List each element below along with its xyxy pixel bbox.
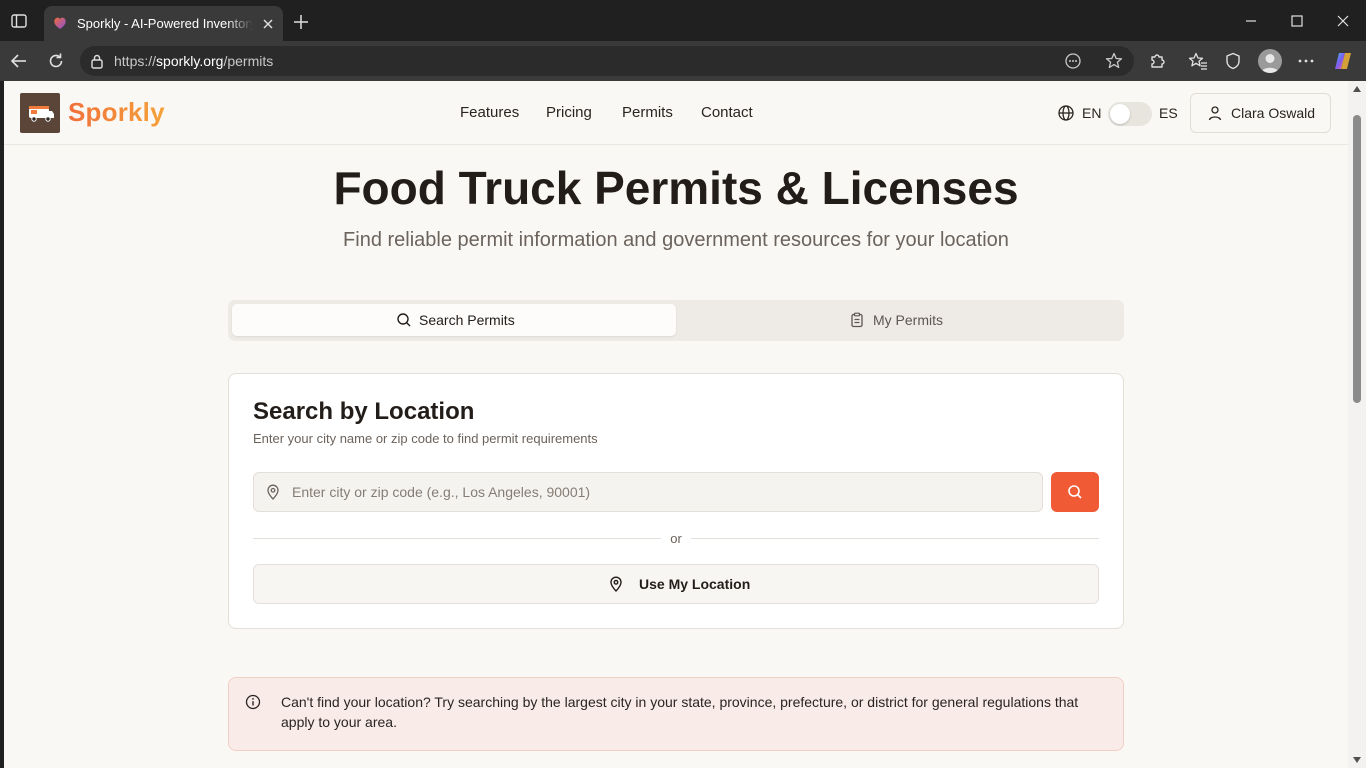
back-icon[interactable] xyxy=(9,51,29,71)
permits-tabs: Search Permits My Permits xyxy=(228,300,1124,341)
clipboard-icon xyxy=(851,312,863,328)
address-bar[interactable]: https://sporkly.org/permits xyxy=(80,46,1134,76)
info-icon xyxy=(245,694,261,710)
minimize-icon[interactable] xyxy=(1242,12,1260,30)
tab-search-permits[interactable]: Search Permits xyxy=(232,304,676,336)
or-separator: or xyxy=(670,531,682,546)
language-toggle[interactable] xyxy=(1108,102,1152,126)
location-search-input[interactable] xyxy=(292,473,1032,511)
page-subtitle: Find reliable permit information and gov… xyxy=(343,229,1009,251)
sidebar-toggle-icon[interactable] xyxy=(10,12,28,30)
scrollbar-thumb[interactable] xyxy=(1353,115,1361,403)
nav-pricing[interactable]: Pricing xyxy=(546,104,592,121)
toggle-knob xyxy=(1110,104,1130,124)
divider-right xyxy=(691,538,1099,539)
close-tab-icon[interactable] xyxy=(260,16,276,32)
page-viewport: Sporkly Features Pricing Permits Contact… xyxy=(4,81,1348,768)
tab-my-permits[interactable]: My Permits xyxy=(676,304,1120,336)
scroll-up-arrow-icon[interactable] xyxy=(1353,86,1361,92)
close-window-icon[interactable] xyxy=(1334,12,1352,30)
sporkly-logo[interactable] xyxy=(20,93,60,133)
user-name: Clara Oswald xyxy=(1231,105,1316,121)
scroll-down-arrow-icon[interactable] xyxy=(1353,757,1361,763)
search-icon xyxy=(397,313,411,327)
search-button[interactable] xyxy=(1051,472,1099,512)
browser-titlebar: Sporkly - AI-Powered Inventory Managemen… xyxy=(0,0,1366,41)
sporkly-favicon-icon xyxy=(54,17,66,29)
new-tab-icon[interactable] xyxy=(292,13,310,31)
search-card: Search by Location Enter your city name … xyxy=(228,373,1124,629)
nav-contact[interactable]: Contact xyxy=(701,104,753,121)
page-title: Food Truck Permits & Licenses xyxy=(333,162,1019,214)
search-card-description: Enter your city name or zip code to find… xyxy=(253,431,598,446)
alert-message: Can't find your location? Try searching … xyxy=(281,694,1079,730)
favorite-star-icon[interactable] xyxy=(1104,51,1124,71)
url-scheme: https:// xyxy=(114,53,157,69)
copilot-icon[interactable] xyxy=(1333,51,1353,71)
url-path: /permits xyxy=(223,53,274,69)
search-icon xyxy=(1068,485,1082,499)
profile-icon xyxy=(1261,54,1279,73)
refresh-icon[interactable] xyxy=(46,51,66,71)
browser-toolbar: https://sporkly.org/permits xyxy=(0,41,1366,81)
site-header: Sporkly Features Pricing Permits Contact… xyxy=(4,81,1348,145)
user-account-button[interactable]: Clara Oswald xyxy=(1190,93,1331,133)
map-pin-icon xyxy=(267,484,279,500)
tab-my-permits-label: My Permits xyxy=(873,312,943,328)
nav-permits[interactable]: Permits xyxy=(622,104,673,121)
divider-left xyxy=(253,538,661,539)
map-pin-icon xyxy=(610,576,622,592)
browser-tab[interactable]: Sporkly - AI-Powered Inventory Managemen… xyxy=(44,6,283,41)
food-truck-icon xyxy=(29,106,54,122)
url-host: sporkly.org xyxy=(156,53,224,69)
use-my-location-button[interactable]: Use My Location xyxy=(253,564,1099,604)
brand-name[interactable]: Sporkly xyxy=(68,97,165,128)
user-icon xyxy=(1208,106,1222,121)
tab-title: Sporkly - AI-Powered Inventory Managemen… xyxy=(77,16,253,31)
favorites-icon[interactable] xyxy=(1188,51,1208,71)
page-scrollbar[interactable] xyxy=(1348,81,1366,768)
location-help-alert: Can't find your location? Try searching … xyxy=(228,677,1124,751)
maximize-icon[interactable] xyxy=(1288,12,1306,30)
lock-icon[interactable] xyxy=(90,53,104,69)
nav-features[interactable]: Features xyxy=(460,104,519,121)
url-text[interactable]: https://sporkly.org/permits xyxy=(114,53,273,69)
language-es-label: ES xyxy=(1159,105,1178,121)
search-card-title: Search by Location xyxy=(253,398,475,425)
language-en-label: EN xyxy=(1082,105,1102,121)
shield-icon[interactable] xyxy=(1223,51,1243,71)
extensions-icon[interactable] xyxy=(1147,51,1167,71)
globe-icon xyxy=(1058,105,1074,121)
tab-search-permits-label: Search Permits xyxy=(419,312,515,328)
location-search-field xyxy=(253,472,1043,512)
use-my-location-label: Use My Location xyxy=(639,576,751,592)
profile-avatar[interactable] xyxy=(1258,49,1282,73)
more-options-icon[interactable] xyxy=(1296,51,1316,71)
reading-mode-icon[interactable] xyxy=(1063,51,1083,71)
